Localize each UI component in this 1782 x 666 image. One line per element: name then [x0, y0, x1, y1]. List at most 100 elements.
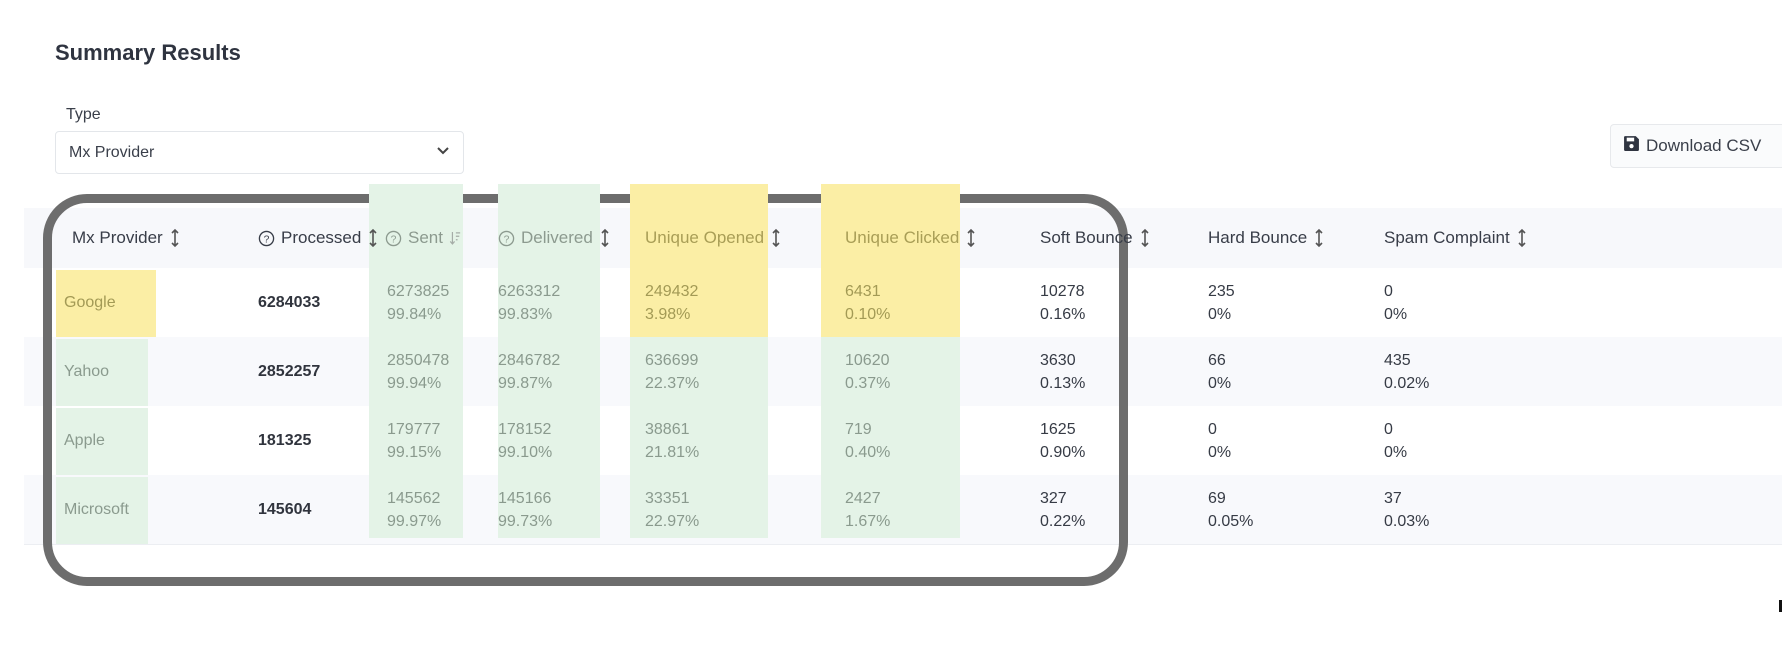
count: 435	[1384, 351, 1411, 369]
sort-icon[interactable]	[1516, 228, 1528, 248]
count: 0	[1384, 420, 1393, 438]
cell-unique-clicked: 6431 0.10%	[845, 268, 890, 337]
percent: 0%	[1208, 305, 1232, 323]
count: 2846782	[498, 351, 561, 369]
chevron-down-icon	[436, 143, 450, 162]
count: 0	[1384, 282, 1393, 300]
cell-hard-bounce: 66 0%	[1208, 337, 1231, 406]
cell-provider: Apple	[64, 406, 105, 475]
column-header-spam-complaint[interactable]: Spam Complaint	[1384, 208, 1528, 268]
cell-processed: 2852257	[258, 337, 320, 406]
cell-provider: Google	[64, 268, 116, 337]
download-csv-button[interactable]: Download CSV	[1610, 124, 1782, 168]
count: 38861	[645, 420, 690, 438]
column-header-label: Delivered	[521, 228, 593, 247]
cell-unique-opened: 38861 21.81%	[645, 406, 699, 475]
column-header-unique-clicked[interactable]: Unique Clicked	[845, 208, 977, 268]
cell-delivered: 2846782 99.87%	[498, 337, 560, 406]
percent: 0.02%	[1384, 374, 1430, 392]
svg-text:?: ?	[504, 234, 510, 245]
count: 719	[845, 420, 872, 438]
floppy-disk-icon	[1623, 135, 1640, 157]
cell-hard-bounce: 69 0.05%	[1208, 475, 1253, 544]
cell-sent: 145562 99.97%	[387, 475, 441, 544]
percent: 0.13%	[1040, 374, 1086, 392]
count: 2427	[845, 489, 881, 507]
column-header-provider[interactable]: Mx Provider	[72, 208, 181, 268]
cell-spam-complaint: 435 0.02%	[1384, 337, 1429, 406]
cell-unique-opened: 636699 22.37%	[645, 337, 699, 406]
cell-hard-bounce: 235 0%	[1208, 268, 1235, 337]
svg-text:?: ?	[391, 234, 397, 245]
cell-processed: 181325	[258, 406, 311, 475]
percent: 99.84%	[387, 305, 442, 323]
column-header-delivered[interactable]: ? Delivered	[498, 208, 611, 268]
cell-unique-opened: 249432 3.98%	[645, 268, 698, 337]
sort-icon[interactable]	[1139, 228, 1151, 248]
percent: 0.40%	[845, 443, 891, 461]
cell-delivered: 178152 99.10%	[498, 406, 552, 475]
type-select[interactable]: Mx Provider	[55, 131, 464, 174]
percent: 3.98%	[645, 305, 691, 323]
percent: 99.83%	[498, 305, 553, 323]
count: 3630	[1040, 351, 1076, 369]
cell-spam-complaint: 0 0%	[1384, 268, 1407, 337]
page-title: Summary Results	[55, 40, 241, 65]
percent: 0.03%	[1384, 512, 1430, 530]
percent: 22.97%	[645, 512, 700, 530]
cell-sent: 179777 99.15%	[387, 406, 441, 475]
count: 2850478	[387, 351, 450, 369]
processed-count: 181325	[258, 432, 312, 449]
sort-icon[interactable]	[169, 228, 181, 248]
percent: 99.10%	[498, 443, 553, 461]
sort-icon[interactable]	[599, 228, 611, 248]
help-icon[interactable]: ?	[498, 230, 515, 247]
sort-icon[interactable]	[770, 228, 782, 248]
download-csv-label: Download CSV	[1646, 136, 1762, 155]
svg-text:?: ?	[264, 234, 270, 245]
count: 6273825	[387, 282, 450, 300]
percent: 0.16%	[1040, 305, 1086, 323]
percent: 99.87%	[498, 374, 553, 392]
cell-provider: Microsoft	[64, 475, 129, 544]
cell-delivered: 6263312 99.83%	[498, 268, 560, 337]
cell-sent: 6273825 99.84%	[387, 268, 449, 337]
percent: 0.37%	[845, 374, 891, 392]
count: 66	[1208, 351, 1226, 369]
count: 235	[1208, 282, 1235, 300]
percent: 99.94%	[387, 374, 442, 392]
column-header-label: Spam Complaint	[1384, 228, 1510, 247]
cell-processed: 6284033	[258, 268, 320, 337]
count: 37	[1384, 489, 1402, 507]
percent: 22.37%	[645, 374, 700, 392]
cell-highlight-unique-clicked	[821, 475, 960, 538]
processed-count: 6284033	[258, 294, 321, 311]
sort-icon[interactable]	[965, 228, 977, 248]
column-header-unique-opened[interactable]: Unique Opened	[645, 208, 782, 268]
count: 178152	[498, 420, 552, 438]
column-header-soft-bounce[interactable]: Soft Bounce	[1040, 208, 1151, 268]
count: 10278	[1040, 282, 1085, 300]
type-label: Type	[66, 106, 101, 123]
cell-unique-clicked: 10620 0.37%	[845, 337, 890, 406]
cell-sent: 2850478 99.94%	[387, 337, 449, 406]
help-icon[interactable]: ?	[258, 230, 275, 247]
provider-name: Yahoo	[64, 363, 110, 380]
sort-desc-icon[interactable]	[449, 228, 461, 248]
column-header-hard-bounce[interactable]: Hard Bounce	[1208, 208, 1325, 268]
percent: 0%	[1384, 443, 1408, 461]
sort-icon[interactable]	[367, 228, 379, 248]
column-header-sent[interactable]: ? Sent	[385, 208, 461, 268]
provider-name: Apple	[64, 432, 105, 449]
sort-icon[interactable]	[1313, 228, 1325, 248]
count: 10620	[845, 351, 890, 369]
percent: 0%	[1208, 374, 1232, 392]
column-header-processed[interactable]: ? Processed	[258, 208, 379, 268]
cell-soft-bounce: 327 0.22%	[1040, 475, 1085, 544]
percent: 0%	[1208, 443, 1232, 461]
column-header-label: Unique Clicked	[845, 228, 960, 247]
processed-count: 2852257	[258, 363, 321, 380]
help-icon[interactable]: ?	[385, 230, 402, 247]
count: 1625	[1040, 420, 1076, 438]
count: 145562	[387, 489, 441, 507]
